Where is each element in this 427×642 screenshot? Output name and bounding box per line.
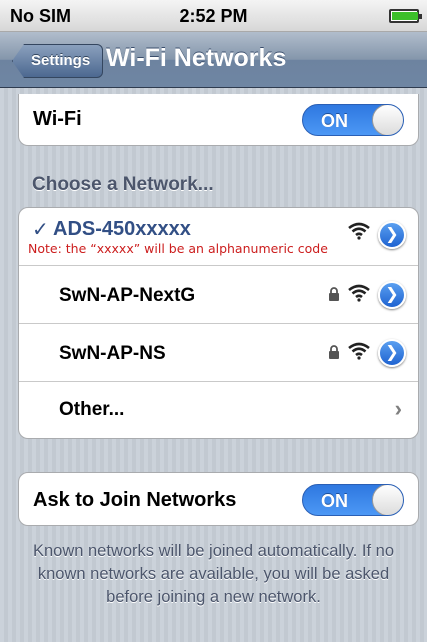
choose-network-header: Choose a Network... [32,174,214,195]
toggle-knob[interactable] [372,105,403,135]
wifi-label: Wi-Fi [33,108,82,130]
settings-back-button[interactable]: Settings [12,44,104,78]
network-name: ADS-450xxxxx [53,218,191,240]
lock-icon [329,345,339,359]
wifi-signal-icon [348,342,370,360]
checkmark-icon: ✓ [32,219,49,241]
chevron-right-icon: › [394,396,402,421]
network-info-button[interactable]: ❯ [378,281,406,309]
network-name: SwN-AP-NS [59,343,166,364]
ask-join-group: Ask to Join Networks ON [18,472,419,526]
ask-join-toggle-state: ON [321,491,348,511]
network-row[interactable]: SwN-AP-NS ❯ [19,324,418,382]
wifi-signal-icon [348,284,370,302]
wifi-row: Wi-Fi ON [19,94,418,145]
network-row[interactable]: SwN-AP-NextG ❯ [19,266,418,324]
network-info-button[interactable]: ❯ [378,221,406,249]
other-network-row[interactable]: Other... › [19,382,418,438]
other-label: Other... [59,399,125,420]
ask-join-toggle-switch[interactable]: ON [302,484,404,516]
status-time: 2:52 PM [179,6,248,26]
wifi-signal-icon [348,222,370,240]
network-name: SwN-AP-NextG [59,285,196,306]
network-note: Note: the “xxxxx” will be an alphanumeri… [28,241,328,256]
status-bar: No SIM 2:52 PM [0,0,427,32]
wifi-toggle-switch[interactable]: ON [302,104,404,136]
lock-icon [329,287,339,301]
ask-join-row: Ask to Join Networks ON [19,473,418,525]
networks-list: ✓ ADS-450xxxxx Note: the “xxxxx” will be… [18,207,419,439]
page-title: Wi-Fi Networks [106,44,287,72]
wifi-toggle-state: ON [321,111,348,131]
ask-join-description: Known networks will be joined automatica… [32,542,395,606]
wifi-group: Wi-Fi ON [18,94,419,146]
network-row-selected[interactable]: ✓ ADS-450xxxxx Note: the “xxxxx” will be… [19,208,418,266]
toggle-knob[interactable] [372,485,403,515]
ask-join-label: Ask to Join Networks [33,489,237,511]
battery-full-icon [389,9,422,23]
network-info-button[interactable]: ❯ [378,339,406,367]
navigation-bar: Settings Wi-Fi Networks [0,32,427,88]
